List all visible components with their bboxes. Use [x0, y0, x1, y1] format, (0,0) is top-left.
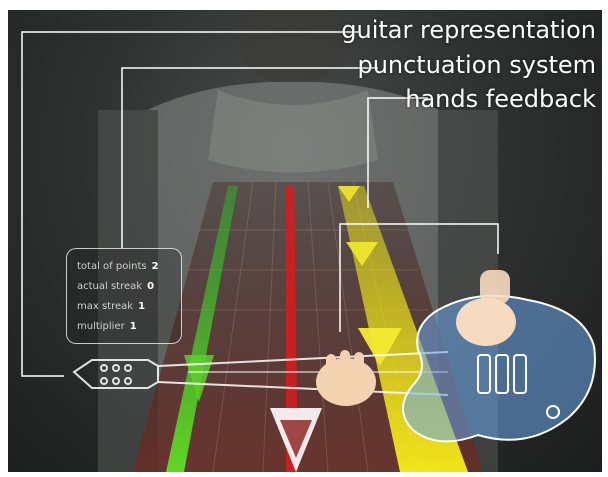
score-row: max streak 1	[77, 301, 145, 312]
score-label: actual streak	[77, 281, 143, 292]
annotation-guitar-representation: guitar representation	[341, 16, 596, 44]
camera-view: total of points 2 actual streak 0 max stre…	[8, 10, 602, 472]
annotation-punctuation-system: punctuation system	[357, 51, 596, 79]
screenshot: total of points 2 actual streak 0 max stre…	[0, 0, 608, 477]
score-label: max streak	[77, 301, 134, 312]
score-panel: total of points 2 actual streak 0 max stre…	[66, 248, 182, 344]
score-value: 0	[147, 281, 155, 292]
ar-overlay	[21, 10, 596, 472]
annotation-hands-feedback: hands feedback	[405, 85, 596, 113]
score-value: 1	[129, 321, 137, 332]
score-row: actual streak 0	[77, 281, 154, 292]
score-label: multiplier	[77, 321, 125, 332]
score-row: total of points 2	[77, 261, 159, 272]
score-value: 2	[151, 261, 159, 272]
score-label: total of points	[77, 261, 147, 272]
score-value: 1	[138, 301, 146, 312]
score-row: multiplier 1	[77, 321, 137, 332]
